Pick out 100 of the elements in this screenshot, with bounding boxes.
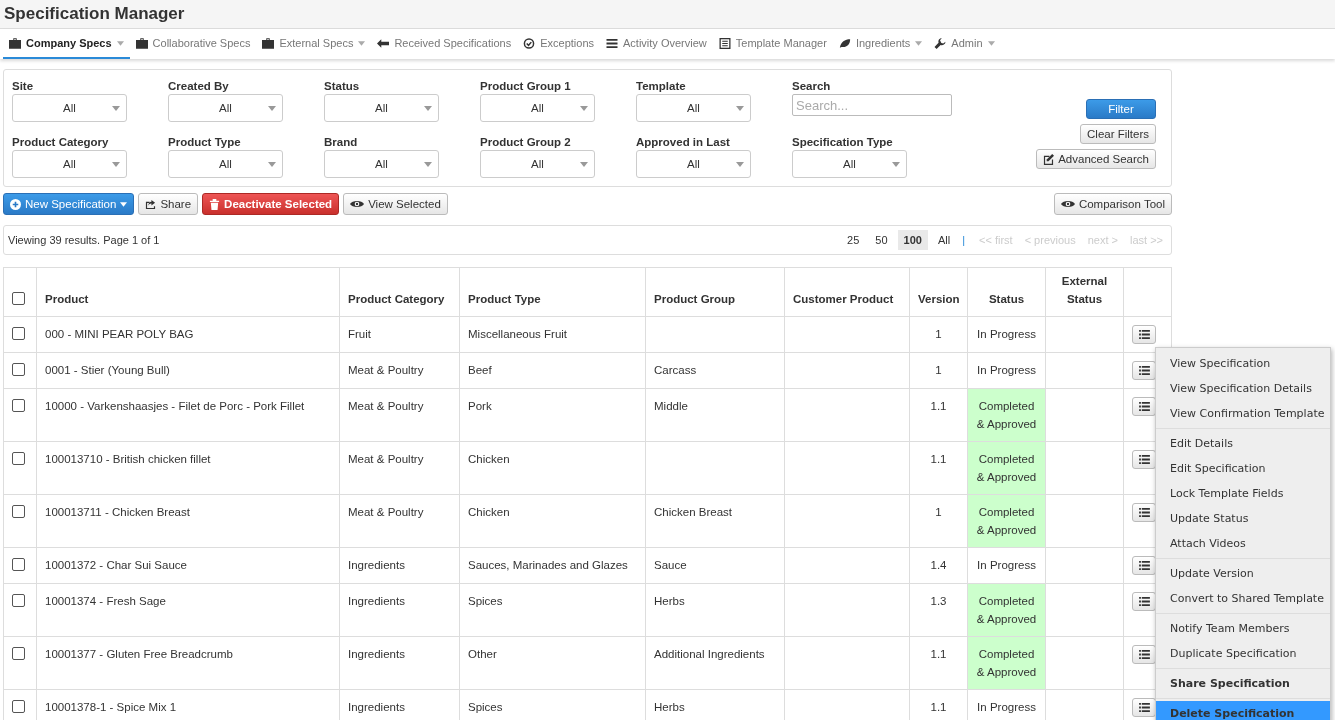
row-checkbox[interactable]: [12, 505, 25, 518]
table-cell: 100013711 - Chicken Breast: [36, 494, 340, 548]
status-cell: Completed & Approved: [967, 636, 1046, 690]
column-header: Product Category: [339, 267, 460, 317]
menu-item[interactable]: View Specification: [1156, 351, 1330, 376]
menu-item[interactable]: Update Status: [1156, 506, 1330, 531]
separator: |: [961, 234, 966, 246]
nav-tab[interactable]: Admin: [928, 29, 1001, 59]
caret-icon: [736, 106, 744, 111]
menu-item[interactable]: Share Specification: [1156, 671, 1330, 696]
menu-item[interactable]: Attach Videos: [1156, 531, 1330, 556]
filter-label: Product Category: [12, 136, 110, 148]
table-cell: Chicken: [459, 494, 646, 548]
nav-tab[interactable]: Exceptions: [517, 29, 601, 59]
plus-circle-icon: [10, 198, 21, 210]
new-specification-button[interactable]: New Specification: [3, 193, 135, 215]
menu-item[interactable]: Lock Template Fields: [1156, 481, 1330, 506]
filter-button[interactable]: Filter: [1086, 99, 1156, 119]
menu-item[interactable]: View Specification Details: [1156, 376, 1330, 401]
filter-dropdown[interactable]: All: [324, 150, 439, 178]
column-header: Product Group: [645, 267, 785, 317]
briefcase-icon: [262, 37, 275, 49]
filter-dropdown[interactable]: All: [480, 94, 595, 122]
list-icon: [1138, 650, 1150, 659]
list-icon: [1138, 455, 1150, 464]
row-checkbox[interactable]: [12, 594, 25, 607]
menu-item[interactable]: Edit Specification: [1156, 456, 1330, 481]
row-actions-button[interactable]: [1132, 592, 1156, 611]
filter-dropdown[interactable]: All: [12, 150, 127, 178]
filter-dropdown[interactable]: All: [636, 94, 751, 122]
page-size-link[interactable]: All: [931, 230, 957, 250]
menu-item[interactable]: Notify Team Members: [1156, 616, 1330, 641]
search-field[interactable]: Search...: [792, 94, 952, 116]
menu-item[interactable]: View Confirmation Template: [1156, 401, 1330, 426]
row-actions-button[interactable]: [1132, 503, 1156, 522]
menu-item[interactable]: Duplicate Specification: [1156, 641, 1330, 666]
row-checkbox[interactable]: [12, 399, 25, 412]
row-checkbox[interactable]: [12, 647, 25, 660]
filter-label: Product Type: [168, 136, 242, 148]
app-title: Specification Manager: [4, 4, 185, 24]
row-actions-button[interactable]: [1132, 325, 1156, 344]
menu-item[interactable]: Delete Specification: [1156, 701, 1330, 720]
menu-item[interactable]: Edit Details: [1156, 431, 1330, 456]
row-checkbox[interactable]: [12, 700, 25, 713]
table-cell: Miscellaneous Fruit: [459, 316, 646, 353]
filter-dropdown[interactable]: All: [480, 150, 595, 178]
row-checkbox[interactable]: [12, 452, 25, 465]
advanced-search-button[interactable]: Advanced Search: [1036, 149, 1156, 169]
select-all-checkbox[interactable]: [12, 292, 25, 305]
filter-dropdown[interactable]: All: [12, 94, 127, 122]
filter-dropdown[interactable]: All: [792, 150, 907, 178]
filter-dropdown[interactable]: All: [636, 150, 751, 178]
row-actions-button[interactable]: [1132, 450, 1156, 469]
share-icon: [145, 198, 157, 210]
menu-item[interactable]: Convert to Shared Template: [1156, 586, 1330, 611]
row-actions-button[interactable]: [1132, 556, 1156, 575]
column-header: Version: [909, 267, 968, 317]
caret-icon: [987, 40, 995, 46]
eye-icon: [1060, 199, 1075, 209]
filter-dropdown[interactable]: All: [168, 150, 283, 178]
list-icon: [1138, 597, 1150, 606]
clear-filters-button[interactable]: Clear Filters: [1080, 124, 1156, 144]
nav-tab[interactable]: Company Specs: [3, 29, 130, 59]
row-checkbox[interactable]: [12, 327, 25, 340]
column-header: Product: [36, 267, 340, 317]
table-cell: 1: [909, 352, 968, 389]
page-size-link[interactable]: 100: [897, 230, 928, 250]
row-actions-button[interactable]: [1132, 361, 1156, 380]
column-header: External Status: [1045, 267, 1124, 317]
nav-tab[interactable]: Ingredients: [832, 29, 929, 59]
nav-tab[interactable]: Collaborative Specs: [129, 29, 257, 59]
row-actions-button[interactable]: [1132, 397, 1156, 416]
filter-label: Created By: [168, 80, 230, 92]
page-size-link[interactable]: 25: [841, 230, 866, 250]
comparison-tool-button[interactable]: Comparison Tool: [1053, 193, 1172, 215]
check-circle-icon: [523, 37, 536, 49]
table-cell: Meat & Poultry: [339, 441, 460, 495]
caret-icon: [580, 106, 588, 111]
table-cell: 1.1: [909, 441, 968, 495]
nav-tab[interactable]: Activity Overview: [600, 29, 713, 59]
table-cell: 10001372 - Char Sui Sauce: [36, 547, 340, 584]
nav-tab[interactable]: Received Specifications: [371, 29, 518, 59]
row-actions-button[interactable]: [1132, 645, 1156, 664]
table-cell: Meat & Poultry: [339, 352, 460, 389]
table-cell: 1: [909, 316, 968, 353]
row-checkbox[interactable]: [12, 363, 25, 376]
deactivate-selected-button[interactable]: Deactivate Selected: [202, 193, 340, 215]
menu-item[interactable]: Update Version: [1156, 561, 1330, 586]
row-checkbox[interactable]: [12, 558, 25, 571]
row-actions-button[interactable]: [1132, 698, 1156, 717]
table-cell: Pork: [459, 388, 646, 442]
nav-tab[interactable]: External Specs: [256, 29, 372, 59]
status-cell: Completed & Approved: [967, 388, 1046, 442]
share-button[interactable]: Share: [138, 193, 199, 215]
filter-dropdown[interactable]: All: [168, 94, 283, 122]
view-selected-button[interactable]: View Selected: [343, 193, 448, 215]
page-size-link[interactable]: 50: [869, 230, 894, 250]
nav-tab[interactable]: Template Manager: [712, 29, 833, 59]
list-icon: [1138, 330, 1150, 339]
filter-dropdown[interactable]: All: [324, 94, 439, 122]
